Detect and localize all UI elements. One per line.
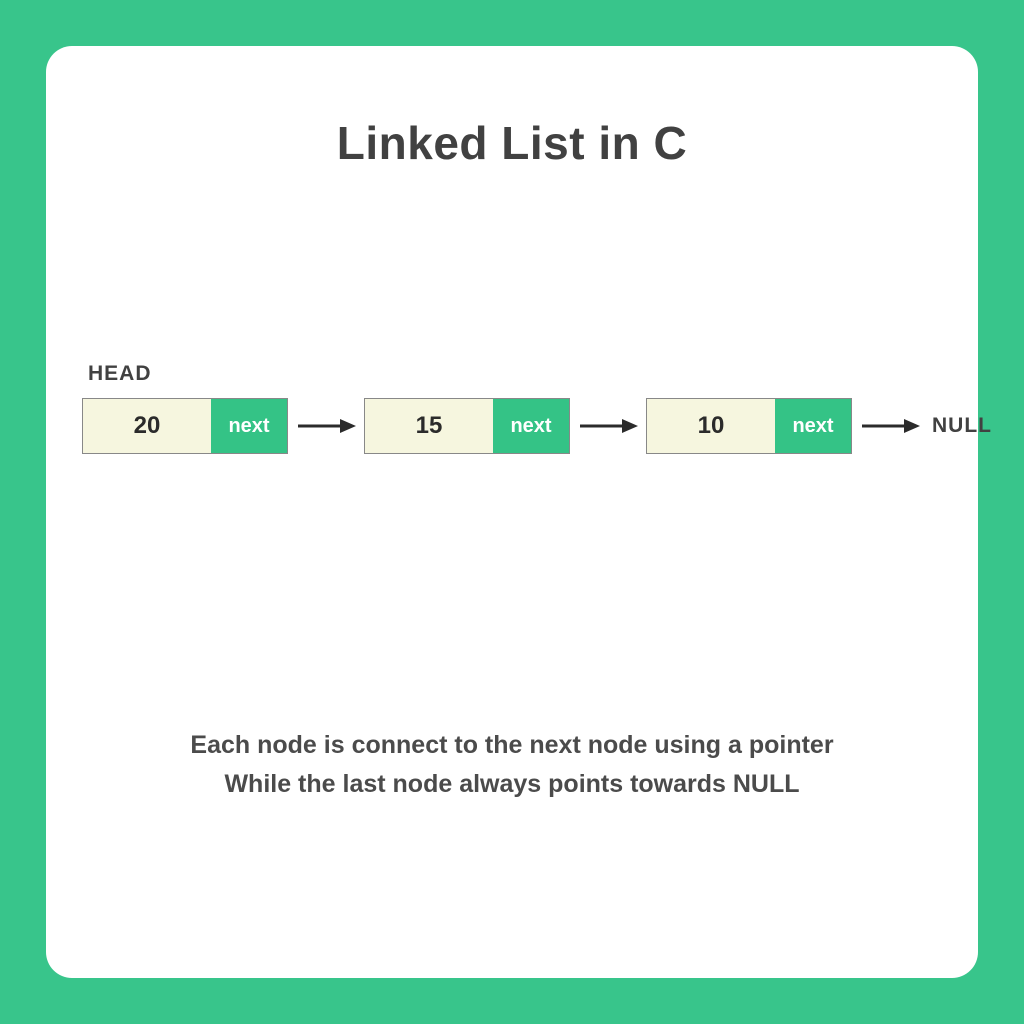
- node-value: 10: [647, 399, 775, 453]
- list-node: 10 next: [646, 398, 852, 454]
- page-title: Linked List in C: [46, 116, 978, 170]
- null-label: NULL: [932, 414, 992, 438]
- head-label: HEAD: [88, 362, 152, 386]
- node-next-label: next: [493, 399, 569, 453]
- arrow-icon: [858, 398, 922, 454]
- arrow-icon: [294, 398, 358, 454]
- list-node: 15 next: [364, 398, 570, 454]
- caption: Each node is connect to the next node us…: [46, 726, 978, 804]
- caption-line: Each node is connect to the next node us…: [46, 726, 978, 765]
- diagram-card: Linked List in C HEAD 20 next 15 next 10…: [46, 46, 978, 978]
- linked-list-row: 20 next 15 next 10 next: [82, 398, 992, 454]
- node-value: 15: [365, 399, 493, 453]
- node-next-label: next: [775, 399, 851, 453]
- node-next-label: next: [211, 399, 287, 453]
- arrow-icon: [576, 398, 640, 454]
- list-node: 20 next: [82, 398, 288, 454]
- caption-line: While the last node always points toward…: [46, 765, 978, 804]
- node-value: 20: [83, 399, 211, 453]
